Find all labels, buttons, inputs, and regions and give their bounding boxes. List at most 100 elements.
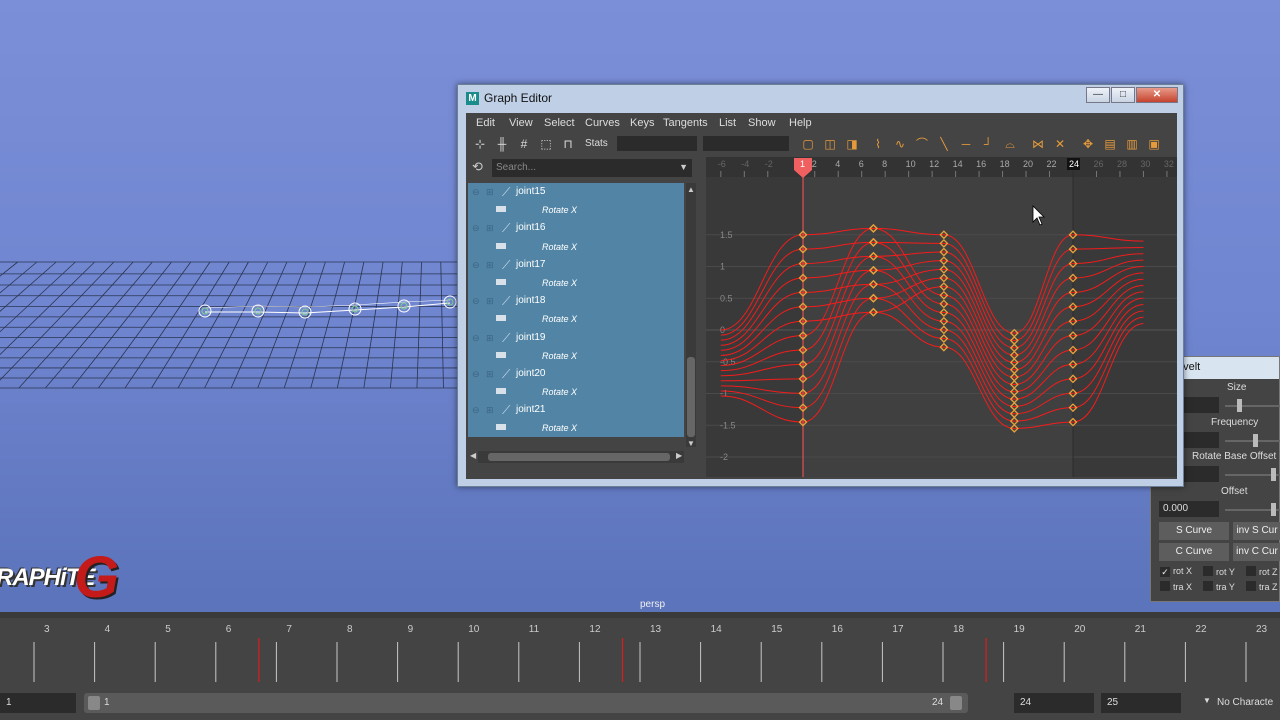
collapse-icon[interactable]: ⊖ xyxy=(472,405,480,416)
inv-c-curve-button[interactable]: inv C Cur xyxy=(1233,543,1280,561)
offset-slider[interactable] xyxy=(1225,503,1280,516)
lattice-icon[interactable]: # xyxy=(516,136,532,152)
menu-curves[interactable]: Curves xyxy=(585,117,620,129)
expand-icon[interactable]: ⊞ xyxy=(486,223,494,234)
offset-field[interactable]: 0.000 xyxy=(1159,501,1219,517)
size-slider[interactable] xyxy=(1225,399,1280,412)
outliner-channel-row[interactable]: Rotate X xyxy=(468,274,684,292)
rot-z-checkbox[interactable]: rot Z xyxy=(1246,566,1278,577)
expand-icon[interactable]: ⊞ xyxy=(486,296,494,307)
dope-sheet-icon[interactable]: ▤ xyxy=(1102,136,1118,152)
linear-tangent-icon[interactable]: ╲ xyxy=(936,136,952,152)
range-slider[interactable]: 1 24 xyxy=(84,693,968,713)
scroll-up-icon[interactable]: ▲ xyxy=(687,185,695,194)
scroll-thumb[interactable] xyxy=(687,357,695,437)
scroll-left-icon[interactable]: ◀ xyxy=(470,451,476,460)
rot-y-checkbox[interactable]: rot Y xyxy=(1203,566,1235,577)
spline-tangent-icon[interactable]: ∿ xyxy=(892,136,908,152)
tra-y-checkbox[interactable]: tra Y xyxy=(1203,581,1235,592)
graph-view[interactable]: 1.5 1 0.5 0 -0.5 -1 -1.5 -2 -6 -4 -2 2 4 6 8 10 12 14 16 18… xyxy=(706,157,1177,477)
inv-s-curve-button[interactable]: inv S Cur xyxy=(1233,522,1280,540)
end-time-field[interactable]: 24 xyxy=(1014,693,1094,713)
collapse-icon[interactable]: ⊖ xyxy=(472,260,480,271)
menu-help[interactable]: Help xyxy=(789,117,812,129)
collapse-icon[interactable]: ⊖ xyxy=(472,296,480,307)
outliner-joint-row[interactable]: ⊖ ⊞ ⟋ joint15 xyxy=(468,183,684,201)
expand-icon[interactable]: ⊞ xyxy=(486,405,494,416)
stats-value-field[interactable] xyxy=(703,136,789,151)
outliner-vertical-scrollbar[interactable]: ▲ ▼ xyxy=(686,183,696,448)
frame-playback-icon[interactable]: ◫ xyxy=(822,136,838,152)
minimize-button[interactable]: — xyxy=(1086,87,1110,103)
range-start-handle[interactable] xyxy=(88,696,100,710)
scroll-down-icon[interactable]: ▼ xyxy=(687,439,695,448)
menu-view[interactable]: View xyxy=(509,117,533,129)
filter-icon[interactable]: ⟲ xyxy=(472,160,486,174)
menu-edit[interactable]: Edit xyxy=(476,117,495,129)
outliner-joint-row[interactable]: ⊖ ⊞ ⟋ joint20 xyxy=(468,365,684,383)
expand-icon[interactable]: ⊞ xyxy=(486,369,494,380)
scroll-right-icon[interactable]: ▶ xyxy=(676,451,682,460)
tra-z-checkbox[interactable]: tra Z xyxy=(1246,581,1278,592)
range-end-handle[interactable] xyxy=(950,696,962,710)
expand-icon[interactable]: ⊞ xyxy=(486,260,494,271)
outliner-joint-row[interactable]: ⊖ ⊞ ⟋ joint21 xyxy=(468,401,684,419)
start-time-field[interactable]: 1 xyxy=(0,693,76,713)
center-current-icon[interactable]: ◨ xyxy=(844,136,860,152)
clamped-tangent-icon[interactable]: ⌒ xyxy=(914,136,930,152)
character-set-menu[interactable]: ▼ No Characte xyxy=(1199,693,1280,713)
c-curve-button[interactable]: C Curve xyxy=(1159,543,1229,561)
menu-tangents[interactable]: Tangents xyxy=(663,117,708,129)
trax-editor-icon[interactable]: ▥ xyxy=(1124,136,1140,152)
step-tangent-icon[interactable]: ┘ xyxy=(980,136,996,152)
collapse-icon[interactable]: ⊖ xyxy=(472,369,480,380)
s-curve-button[interactable]: S Curve xyxy=(1159,522,1229,540)
frequency-slider[interactable] xyxy=(1225,434,1280,447)
menu-select[interactable]: Select xyxy=(544,117,575,129)
menu-list[interactable]: List xyxy=(719,117,736,129)
outliner-joint-row[interactable]: ⊖ ⊞ ⟋ joint16 xyxy=(468,219,684,237)
stats-time-field[interactable] xyxy=(617,136,697,151)
retime-icon[interactable]: ⊓ xyxy=(560,136,576,152)
expand-icon[interactable]: ⊞ xyxy=(486,333,494,344)
camera-sequencer-icon[interactable]: ▣ xyxy=(1146,136,1162,152)
outliner-channel-row[interactable]: Rotate X xyxy=(468,310,684,328)
outliner-channel-row[interactable]: Rotate X xyxy=(468,238,684,256)
unify-tangents-icon[interactable]: ✕ xyxy=(1052,136,1068,152)
chevron-down-icon[interactable]: ▼ xyxy=(679,162,688,172)
move-key-icon[interactable]: ⊹ xyxy=(472,136,488,152)
outliner-joint-row[interactable]: ⊖ ⊞ ⟋ joint19 xyxy=(468,329,684,347)
maximize-button[interactable]: □ xyxy=(1111,87,1135,103)
expand-icon[interactable]: ⊞ xyxy=(486,187,494,198)
tra-x-checkbox[interactable]: tra X xyxy=(1160,581,1192,592)
flat-tangent-icon[interactable]: ─ xyxy=(958,136,974,152)
outliner-channel-row[interactable]: Rotate X xyxy=(468,201,684,219)
outliner-horizontal-scrollbar[interactable]: ◀ ▶ xyxy=(470,451,684,463)
outliner-joint-row[interactable]: ⊖ ⊞ ⟋ joint18 xyxy=(468,292,684,310)
frame-all-icon[interactable]: ▢ xyxy=(800,136,816,152)
graph-toolbar: ⊹ ╫ # ⬚ ⊓ Stats ▢ ◫ ◨ ⌇ ∿ ⌒ ╲ ─ ┘ ⌓ ⋈ ✕ … xyxy=(466,133,1177,155)
plateau-tangent-icon[interactable]: ⌓ xyxy=(1002,136,1018,152)
outliner-channel-row[interactable]: Rotate X xyxy=(468,419,684,437)
move-view-icon[interactable]: ✥ xyxy=(1080,136,1096,152)
close-button[interactable]: ✕ xyxy=(1136,87,1178,103)
time-slider[interactable]: 3 4 5 6 7 8 9 10 11 12 13 14 15 16 17 18 19 20 21 22 23 xyxy=(0,612,1280,688)
auto-tangent-icon[interactable]: ⌇ xyxy=(870,136,886,152)
insert-key-icon[interactable]: ╫ xyxy=(494,136,510,152)
menu-show[interactable]: Show xyxy=(748,117,776,129)
menu-keys[interactable]: Keys xyxy=(630,117,654,129)
region-select-icon[interactable]: ⬚ xyxy=(538,136,554,152)
collapse-icon[interactable]: ⊖ xyxy=(472,333,480,344)
break-tangents-icon[interactable]: ⋈ xyxy=(1030,136,1046,152)
collapse-icon[interactable]: ⊖ xyxy=(472,223,480,234)
rotate-base-offset-slider[interactable] xyxy=(1225,468,1280,481)
outliner-joint-row[interactable]: ⊖ ⊞ ⟋ joint17 xyxy=(468,256,684,274)
outliner-channel-row[interactable]: Rotate X xyxy=(468,347,684,365)
range-slider-end: 24 xyxy=(932,697,944,708)
hscroll-thumb[interactable] xyxy=(488,453,670,461)
rot-x-checkbox[interactable]: ✓ rot X xyxy=(1160,566,1192,577)
collapse-icon[interactable]: ⊖ xyxy=(472,187,480,198)
search-input[interactable]: Search... ▼ xyxy=(492,159,692,177)
max-time-field[interactable]: 25 xyxy=(1101,693,1181,713)
outliner-channel-row[interactable]: Rotate X xyxy=(468,383,684,401)
